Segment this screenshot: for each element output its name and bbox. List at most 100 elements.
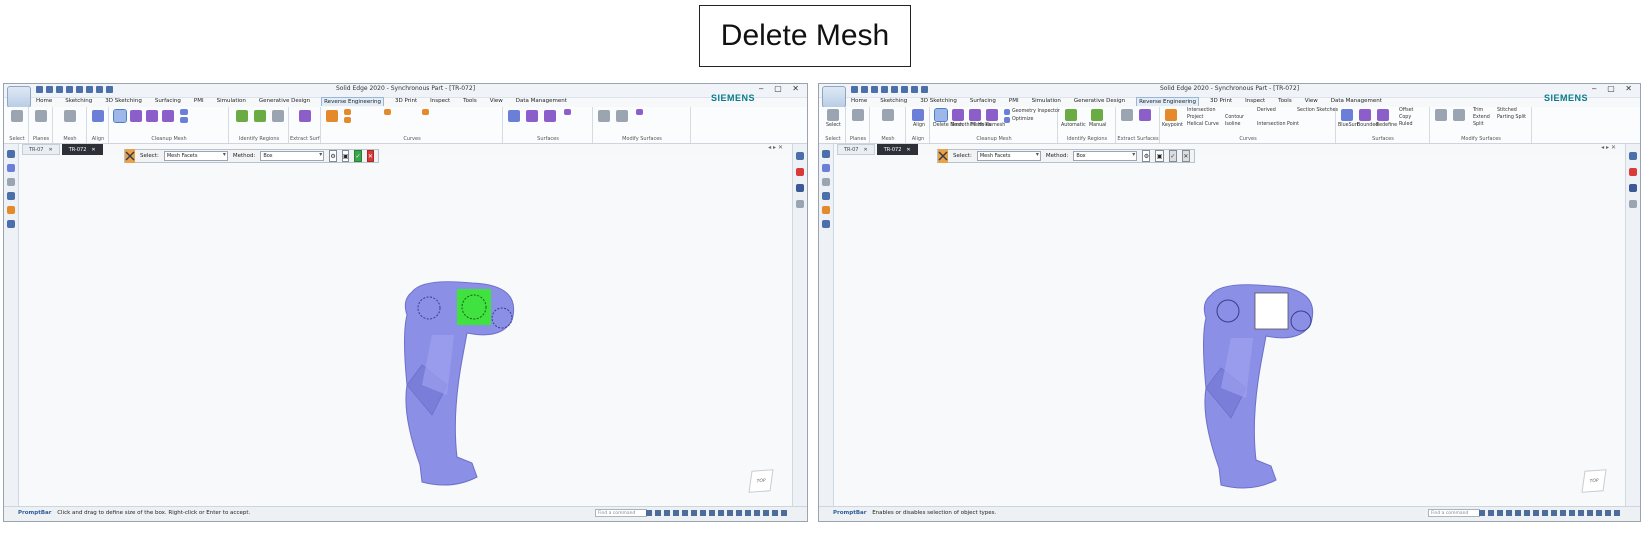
- extract-icon[interactable]: [1121, 109, 1133, 121]
- keypoint-icon[interactable]: [1165, 109, 1177, 121]
- smooth-mesh-icon[interactable]: [952, 109, 964, 121]
- split-command[interactable]: Split: [1473, 122, 1484, 127]
- fill-holes-icon[interactable]: [969, 109, 981, 121]
- fill-holes-icon[interactable]: [146, 110, 158, 122]
- stitched-command[interactable]: Stitched: [1497, 108, 1517, 113]
- copy-command[interactable]: Copy: [1399, 115, 1411, 120]
- layers-icon[interactable]: [7, 164, 15, 172]
- graphics-viewport[interactable]: TOP: [19, 157, 792, 507]
- command-search-input[interactable]: Find a command: [595, 509, 647, 517]
- offset-command[interactable]: Offset: [1399, 108, 1413, 113]
- method-dropdown[interactable]: Box: [260, 151, 325, 161]
- tab-navigation[interactable]: ◂ ▸ ✕: [1601, 144, 1616, 151]
- youtube-icon[interactable]: [1629, 168, 1637, 176]
- close-icon[interactable]: ✕: [906, 147, 910, 153]
- bounded-icon[interactable]: [1359, 109, 1371, 121]
- tab-data-management[interactable]: Data Management: [514, 97, 569, 106]
- tab-3d-sketching[interactable]: 3D Sketching: [103, 97, 144, 106]
- tab-inspect[interactable]: Inspect: [428, 97, 452, 106]
- family-of-parts-icon[interactable]: [7, 220, 15, 228]
- tab-inspect[interactable]: Inspect: [1243, 97, 1267, 106]
- align-icon[interactable]: [92, 110, 104, 122]
- ruled-command[interactable]: Ruled: [1399, 122, 1413, 127]
- doc-tab-tr-07[interactable]: TR-07 ✕: [22, 144, 60, 155]
- intersect-icon[interactable]: [598, 110, 610, 122]
- smooth-mesh-icon[interactable]: [130, 110, 142, 122]
- mesh-icon[interactable]: [64, 110, 76, 122]
- isoline-command[interactable]: Isoline: [1225, 122, 1241, 127]
- tab-home[interactable]: Home: [34, 97, 54, 106]
- redefine-icon[interactable]: [1377, 109, 1389, 121]
- view-tools[interactable]: [1479, 510, 1620, 516]
- automatic-icon[interactable]: [236, 110, 248, 122]
- close-icon[interactable]: ✕: [49, 147, 53, 153]
- close-icon[interactable]: ✕: [864, 147, 868, 153]
- intersection-icon[interactable]: [344, 109, 351, 115]
- derived-icon[interactable]: [422, 109, 429, 115]
- facebook-icon[interactable]: [1629, 184, 1637, 192]
- derived-command[interactable]: Derived: [1257, 108, 1276, 113]
- twitter-icon[interactable]: [796, 200, 804, 208]
- window-controls[interactable]: ‒ ▢ ✕: [1592, 84, 1636, 93]
- tab-sketching[interactable]: Sketching: [878, 97, 909, 106]
- doc-tab-tr-072[interactable]: TR-072 ✕: [61, 144, 103, 155]
- accept-button[interactable]: ✓: [1168, 150, 1177, 162]
- intersection-command[interactable]: Intersection: [1187, 108, 1216, 113]
- select-tool-icon[interactable]: [827, 109, 839, 121]
- geometry-inspector-icon[interactable]: [1004, 109, 1010, 115]
- sensors-icon[interactable]: [7, 178, 15, 186]
- tab-surfacing[interactable]: Surfacing: [968, 97, 998, 106]
- offset-icon[interactable]: [564, 109, 571, 115]
- tab-3d-print[interactable]: 3D Print: [1208, 97, 1234, 106]
- library-icon[interactable]: [7, 192, 15, 200]
- feature-library-icon[interactable]: [822, 206, 830, 214]
- help-icon[interactable]: [796, 152, 804, 160]
- tab-simulation[interactable]: Simulation: [215, 97, 248, 106]
- tab-pmi[interactable]: PMI: [1007, 97, 1021, 106]
- options-button[interactable]: ⚙: [1142, 150, 1151, 162]
- optimize-icon[interactable]: [180, 117, 188, 123]
- twitter-icon[interactable]: [1629, 200, 1637, 208]
- tab-home[interactable]: Home: [849, 97, 869, 106]
- redefine-icon[interactable]: [544, 110, 556, 122]
- part-model[interactable]: [834, 157, 1627, 509]
- contour-icon[interactable]: [384, 109, 391, 115]
- tab-tools[interactable]: Tools: [1276, 97, 1294, 106]
- doc-tab-tr-072[interactable]: TR-072 ✕: [876, 144, 918, 155]
- facebook-icon[interactable]: [796, 184, 804, 192]
- geometry-inspector-icon[interactable]: [180, 109, 188, 115]
- family-of-parts-icon[interactable]: [822, 220, 830, 228]
- replace-face-icon[interactable]: [616, 110, 628, 122]
- fit-icon[interactable]: [1139, 109, 1151, 121]
- planes-icon[interactable]: [35, 110, 47, 122]
- automatic-icon[interactable]: [1065, 109, 1077, 121]
- tab-view[interactable]: View: [1303, 97, 1320, 106]
- mesh-icon[interactable]: [882, 109, 894, 121]
- library-icon[interactable]: [822, 192, 830, 200]
- delete-mesh-icon[interactable]: [934, 108, 948, 122]
- align-icon[interactable]: [912, 109, 924, 121]
- accept-button[interactable]: ✓: [354, 150, 362, 162]
- tab-generative-design[interactable]: Generative Design: [1072, 97, 1127, 106]
- method-dropdown[interactable]: Box: [1073, 151, 1138, 161]
- part-model[interactable]: [19, 157, 794, 509]
- bounded-icon[interactable]: [526, 110, 538, 122]
- parting-split-command[interactable]: Parting Split: [1497, 115, 1526, 120]
- bluesurf-icon[interactable]: [1341, 109, 1353, 121]
- identify-extra-icon[interactable]: [272, 110, 284, 122]
- helical-curve-command[interactable]: Helical Curve: [1187, 122, 1219, 127]
- trim-command[interactable]: Trim: [1473, 108, 1483, 113]
- command-search-input[interactable]: Find a command: [1428, 509, 1480, 517]
- project-icon[interactable]: [344, 117, 351, 123]
- window-controls[interactable]: ‒ ▢ ✕: [759, 84, 803, 93]
- tab-reverse-engineering[interactable]: Reverse Engineering: [1136, 97, 1199, 106]
- pathfinder-icon[interactable]: [7, 150, 15, 158]
- manual-icon[interactable]: [254, 110, 266, 122]
- cancel-button[interactable]: ✕: [366, 150, 374, 162]
- replace-face-icon[interactable]: [1453, 109, 1465, 121]
- tab-generative-design[interactable]: Generative Design: [257, 97, 312, 106]
- delete-mesh-icon[interactable]: [113, 109, 127, 123]
- tab-3d-print[interactable]: 3D Print: [393, 97, 419, 106]
- help-icon[interactable]: [1629, 152, 1637, 160]
- trim-icon[interactable]: [636, 109, 643, 115]
